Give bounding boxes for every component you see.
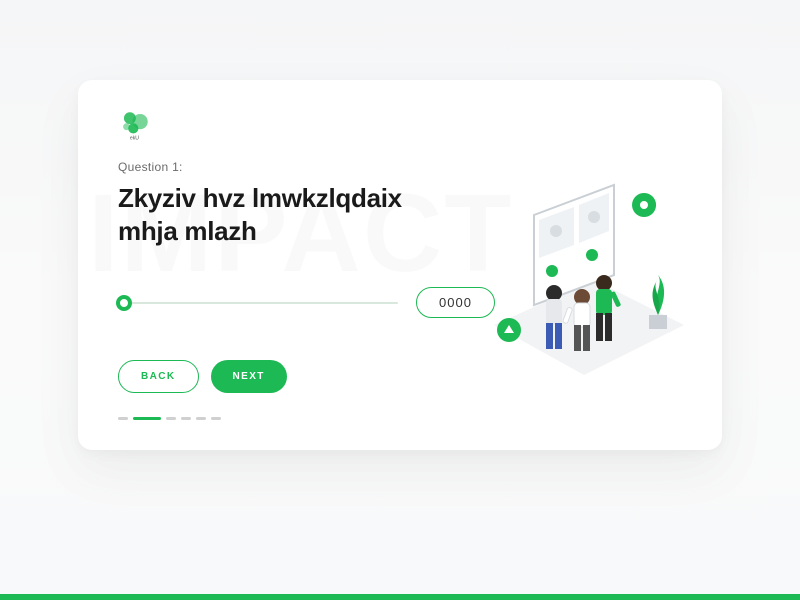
question-card: IMPACT ekU Question 1: Zkyziv hvz lmwkzl… xyxy=(78,80,722,450)
progress-indicator xyxy=(118,417,682,420)
back-button[interactable]: BACK xyxy=(118,360,199,393)
brand-name-text: ekU xyxy=(130,135,139,141)
progress-seg xyxy=(196,417,206,420)
footer-accent-bar xyxy=(0,594,800,600)
progress-seg xyxy=(166,417,176,420)
brand-logo: ekU xyxy=(118,108,152,142)
location-pin-icon xyxy=(497,318,521,342)
question-label: Question 1: xyxy=(118,160,682,174)
value-slider[interactable] xyxy=(118,296,398,310)
next-button[interactable]: NEXT xyxy=(211,360,287,393)
plant-icon xyxy=(649,275,667,329)
location-pin-icon xyxy=(632,193,656,217)
progress-seg xyxy=(211,417,221,420)
question-title-line2: mhja mlazh xyxy=(118,216,257,246)
slider-thumb[interactable] xyxy=(116,295,132,311)
progress-seg xyxy=(181,417,191,420)
people-illustration xyxy=(464,175,694,395)
question-title: Zkyziv hvz lmwkzlqdaix mhja mlazh xyxy=(118,182,438,247)
slider-track xyxy=(118,302,398,304)
progress-seg-active xyxy=(133,417,161,420)
question-title-line1: Zkyziv hvz lmwkzlqdaix xyxy=(118,183,402,213)
progress-seg xyxy=(118,417,128,420)
